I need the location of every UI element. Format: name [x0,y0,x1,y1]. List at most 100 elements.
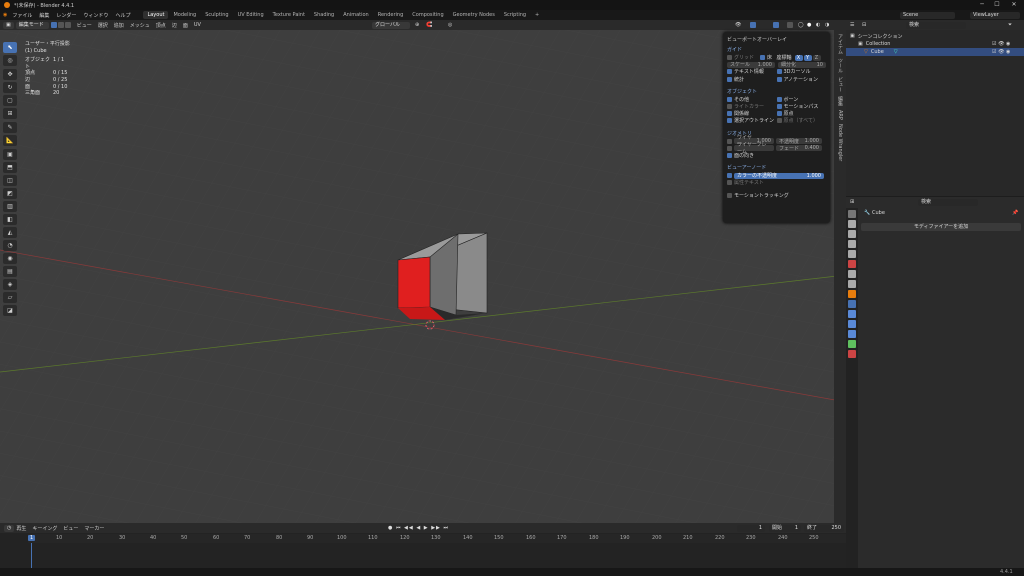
current-frame-field[interactable]: 1 [737,524,765,532]
add-modifier-button[interactable]: モディファイアーを追加 [861,223,1021,231]
gizmo-icon[interactable] [750,22,756,28]
light-colors-checkbox[interactable] [727,104,732,110]
bones-checkbox[interactable] [776,96,782,102]
bevel-tool[interactable]: ◩ [3,188,17,199]
tab-tool[interactable]: ツール [837,58,844,73]
overlay-icon[interactable] [773,22,779,28]
knife-tool[interactable]: ◧ [3,214,17,225]
tab-scripting[interactable]: Scripting [500,11,530,19]
tab-item[interactable]: アイテム [837,34,844,54]
rotate-tool[interactable]: ↻ [3,82,17,93]
extras-checkbox[interactable] [727,96,732,102]
motion-tracking-checkbox[interactable] [727,192,732,198]
color-opacity-checkbox[interactable] [727,173,732,179]
texture-tab-icon[interactable] [848,280,856,288]
origins-checkbox[interactable] [776,111,782,117]
measure-tool[interactable]: 📐 [3,135,17,146]
data-tab-icon[interactable] [848,340,856,348]
mode-selector[interactable]: 編集モード [15,21,49,29]
fade-checkbox[interactable] [727,145,732,151]
menu-keying[interactable]: キーイング [32,525,57,532]
material-tab-icon[interactable] [848,350,856,358]
editor-type-button[interactable]: ◷ [4,524,15,532]
edge-select-icon[interactable] [57,22,64,28]
motion-paths-checkbox[interactable] [776,104,782,110]
menu-edge[interactable]: 辺 [172,22,177,29]
menu-edit[interactable]: 編集 [39,12,49,19]
xray-icon[interactable] [787,22,793,28]
tab-geometry-nodes[interactable]: Geometry Nodes [449,11,499,19]
end-frame-field[interactable]: 終了 250 [804,524,844,532]
object-tab-icon[interactable] [848,290,856,298]
loop-cut-tool[interactable]: ▥ [3,201,17,212]
proportional-edit-icon[interactable]: ◎ [448,22,452,28]
origins-all-checkbox[interactable] [776,118,782,124]
tab-compositing[interactable]: Compositing [408,11,447,19]
view-layer-tab-icon[interactable] [848,240,856,248]
statistics-checkbox[interactable] [727,76,732,82]
tab-modeling[interactable]: Modeling [169,11,200,19]
blender-menu-icon[interactable]: ◉ [3,12,7,18]
relations-checkbox[interactable] [727,111,732,117]
minimize-button[interactable]: ─ [975,1,989,9]
grid-checkbox[interactable] [727,55,732,61]
menu-vertex[interactable]: 頂点 [156,22,166,29]
attribute-text-checkbox[interactable] [727,180,732,186]
selected-face[interactable] [397,256,431,309]
face-orientation-checkbox[interactable] [727,152,732,158]
outliner-row-collection[interactable]: ▣ Collection ☑ 👁 ◉ [846,40,1024,48]
transform-tool[interactable]: ⊞ [3,108,17,119]
annotate-tool[interactable]: ✎ [3,122,17,133]
cursor-tool[interactable]: ◎ [3,55,17,66]
modifier-tab-icon[interactable] [848,300,856,308]
menu-select[interactable]: 選択 [98,22,108,29]
playback-controls[interactable]: ● ⏮ ◀◀ ◀ ▶ ▶▶ ⏭ [388,525,449,531]
output-tab-icon[interactable] [848,230,856,238]
tab-arp[interactable]: ARP [837,110,843,120]
smooth-tool[interactable]: ◉ [3,253,17,264]
tab-sculpting[interactable]: Sculpting [201,11,232,19]
tab-animation[interactable]: Animation [339,11,373,19]
color-opacity-field[interactable]: カラーの不透明度 1.000 [734,172,824,179]
filter-icon[interactable]: ⏷ [1008,22,1012,28]
add-cube-tool[interactable]: ▣ [3,149,17,160]
axis-y-toggle[interactable]: Y [803,54,812,61]
maximize-button[interactable]: ☐ [990,1,1004,9]
axis-x-toggle[interactable]: X [794,54,803,61]
properties-editor-icon[interactable]: ⊞ [850,199,854,205]
fade-field[interactable]: フェード 0.400 [776,145,822,152]
tab-uv-editing[interactable]: UV Editing [234,11,268,19]
outliner-search-input[interactable]: 検索 [906,21,966,29]
editor-type-button[interactable]: ▣ [3,21,14,29]
extrude-tool[interactable]: ⬒ [3,162,17,173]
tool-tab-icon[interactable] [848,210,856,218]
edge-slide-tool[interactable]: ▤ [3,266,17,277]
menu-playback[interactable]: 再生 [16,525,26,532]
wireframe-opacity-field[interactable]: 不透明度 1.000 [776,138,822,145]
pivot-icon[interactable]: ⊕ [415,22,419,28]
pin-icon[interactable]: 📌 [1012,210,1018,216]
transform-orientation-selector[interactable]: グローバル [372,21,410,29]
poly-build-tool[interactable]: ◭ [3,227,17,238]
axis-z-toggle[interactable]: Z [812,54,821,61]
wireframe-checkbox[interactable] [727,138,732,144]
vertex-select-icon[interactable] [50,22,57,28]
start-frame-field[interactable]: 開始 1 [769,524,801,532]
view-layer-selector[interactable]: ViewLayer [970,11,1020,19]
scale-tool[interactable]: ▢ [3,95,17,106]
face-select-icon[interactable] [64,22,71,28]
visibility-toggles[interactable]: ☑ 👁 ◉ [992,49,1010,55]
menu-window[interactable]: ウィンドウ [83,12,108,19]
menu-view[interactable]: ビュー [77,22,92,29]
shear-tool[interactable]: ▱ [3,292,17,303]
spin-tool[interactable]: ◔ [3,240,17,251]
menu-help[interactable]: ヘルプ [115,12,130,19]
menu-uv[interactable]: UV [194,22,201,28]
physics-tab-icon[interactable] [848,320,856,328]
tab-node-wrangler[interactable]: Node Wrangler [837,124,843,161]
wireframe-shading-icon[interactable]: ◯ [798,22,804,28]
menu-render[interactable]: レンダー [56,12,76,19]
solid-shading-icon[interactable]: ● [807,22,811,28]
select-box-tool[interactable]: ⬉ [3,42,17,53]
outline-checkbox[interactable] [727,118,732,124]
